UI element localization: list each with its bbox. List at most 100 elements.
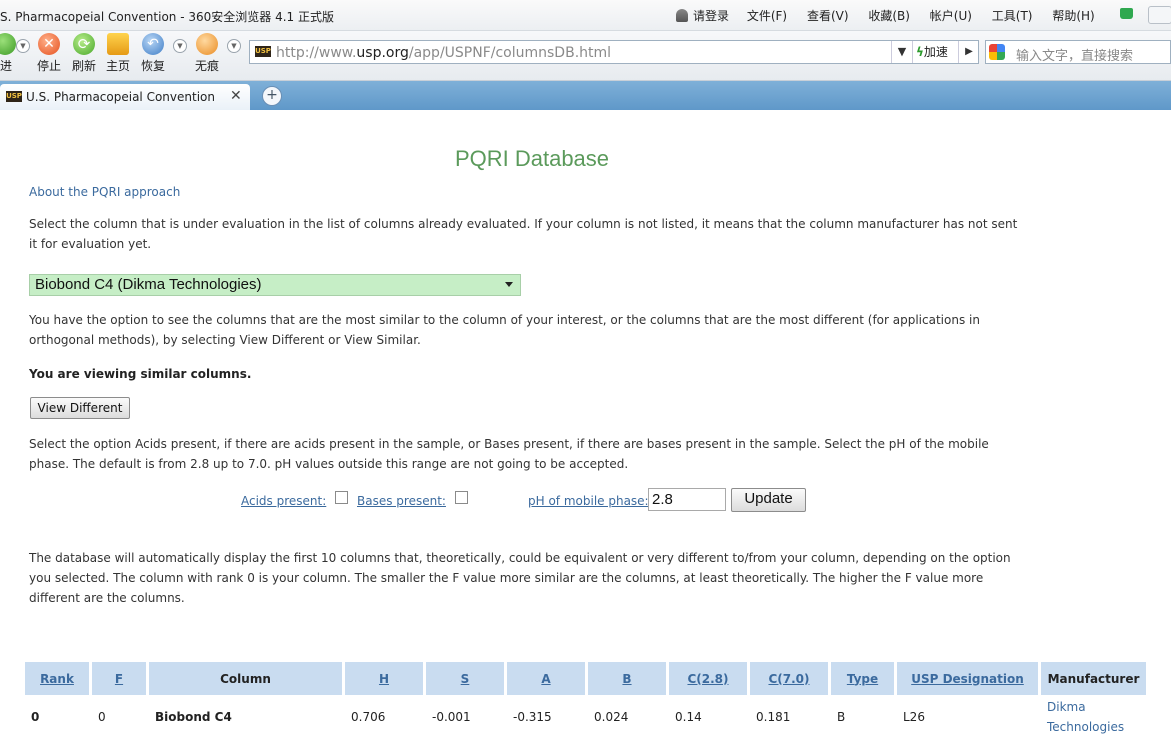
menu-file[interactable]: 文件(F) — [747, 7, 787, 24]
restore-button[interactable]: ↶ 恢复 — [141, 33, 165, 74]
menu-tools[interactable]: 工具(T) — [992, 7, 1033, 24]
accelerate-button[interactable]: ϟ加速 — [912, 41, 958, 63]
menu-bar: 请登录 文件(F) 查看(V) 收藏(B) 帐户(U) 工具(T) 帮助(H) — [676, 7, 1111, 24]
menu-favorites[interactable]: 收藏(B) — [868, 7, 910, 24]
cell-column: Biobond C4 — [155, 710, 232, 724]
tab-title: U.S. Pharmacopeial Convention — [26, 90, 215, 104]
navigation-toolbar: 进 ▼ ✕ 停止 ⟳ 刷新 主页 ↶ 恢复 ▼ 无痕 ▼ USP http://… — [0, 31, 1171, 81]
address-bar[interactable]: USP http://www.usp.org/app/USPNF/columns… — [249, 40, 979, 64]
url-prefix: http://www. — [276, 45, 357, 61]
column-select-value: Biobond C4 (Dikma Technologies) — [35, 276, 262, 293]
header-f[interactable]: F — [92, 662, 146, 695]
header-rank[interactable]: Rank — [25, 662, 89, 695]
login-link[interactable]: 请登录 — [676, 7, 729, 24]
tab-favicon-icon: USP — [6, 91, 22, 102]
go-arrow-icon[interactable]: ▶ — [958, 41, 979, 63]
search-placeholder[interactable]: 输入文字，直接搜索 — [1016, 45, 1133, 64]
header-manufacturer: Manufacturer — [1041, 662, 1146, 695]
display-description: The database will automatically display … — [29, 551, 1011, 605]
home-label: 主页 — [106, 59, 131, 73]
view-different-button[interactable]: View Different — [30, 397, 130, 419]
url-path: /app/USPNF/columnsDB.html — [408, 45, 612, 61]
acids-checkbox[interactable] — [335, 491, 348, 504]
cell-a: -0.315 — [513, 710, 552, 724]
search-engine-icon[interactable] — [989, 44, 1005, 60]
intro-text: Select the column that is under evaluati… — [29, 217, 1018, 251]
page-content: PQRI Database About the PQRI approach Se… — [0, 110, 1171, 746]
results-table: Rank F Column H S A B C(2.8) C(7.0) Type… — [22, 662, 1149, 739]
site-favicon-icon: USP — [255, 46, 271, 57]
new-tab-icon[interactable]: + — [262, 86, 282, 106]
url-domain: usp.org — [356, 45, 409, 61]
header-column: Column — [149, 662, 342, 695]
manufacturer-link[interactable]: Dikma Technologies — [1041, 695, 1146, 739]
header-c28[interactable]: C(2.8) — [669, 662, 747, 695]
table-header-row: Rank F Column H S A B C(2.8) C(7.0) Type… — [25, 662, 1146, 695]
menu-view[interactable]: 查看(V) — [807, 7, 849, 24]
user-icon — [676, 9, 688, 22]
home-icon — [107, 33, 129, 55]
menu-help[interactable]: 帮助(H) — [1052, 7, 1094, 24]
cell-c28: 0.14 — [675, 710, 702, 724]
refresh-button[interactable]: ⟳ 刷新 — [72, 33, 96, 74]
forward-label: 进 — [0, 59, 13, 73]
forward-dropdown-icon[interactable]: ▼ — [16, 39, 30, 53]
acids-label: Acids present: — [241, 494, 327, 508]
ph-input[interactable]: 2.8 — [648, 488, 726, 511]
restore-dropdown-icon[interactable]: ▼ — [173, 39, 187, 53]
tab-bar: USP U.S. Pharmacopeial Convention ✕ + — [0, 81, 1171, 110]
column-select[interactable]: Biobond C4 (Dikma Technologies) — [29, 274, 521, 296]
undo-arrow-icon: ↶ — [142, 33, 164, 55]
stop-label: 停止 — [37, 59, 62, 73]
close-tab-icon[interactable]: ✕ — [230, 88, 242, 104]
refresh-label: 刷新 — [72, 59, 97, 73]
login-label: 请登录 — [693, 9, 730, 23]
ph-label: pH of mobile phase: — [528, 494, 649, 508]
update-button[interactable]: Update — [731, 488, 806, 512]
header-a[interactable]: A — [507, 662, 585, 695]
header-usp-designation[interactable]: USP Designation — [897, 662, 1038, 695]
forward-button[interactable]: 进 — [0, 33, 16, 74]
refresh-icon: ⟳ — [73, 33, 95, 55]
paw-icon — [196, 33, 218, 55]
header-b[interactable]: B — [588, 662, 666, 695]
search-box[interactable]: 输入文字，直接搜索 — [985, 40, 1171, 64]
header-c70[interactable]: C(7.0) — [750, 662, 828, 695]
bases-checkbox[interactable] — [455, 491, 468, 504]
header-h[interactable]: H — [345, 662, 423, 695]
tab-usp[interactable]: USP U.S. Pharmacopeial Convention ✕ — [0, 84, 250, 110]
incognito-dropdown-icon[interactable]: ▼ — [227, 39, 241, 53]
url-history-dropdown-icon[interactable]: ▼ — [891, 41, 912, 63]
viewing-status: You are viewing similar columns. — [29, 367, 252, 381]
chevron-down-icon — [505, 282, 513, 287]
menu-account[interactable]: 帐户(U) — [930, 7, 972, 24]
forward-arrow-icon — [0, 33, 16, 55]
table-row: 0 0 Biobond C4 0.706 -0.001 -0.315 0.024… — [25, 695, 1146, 739]
cell-type: B — [837, 710, 846, 724]
about-link[interactable]: About the PQRI approach — [29, 182, 180, 202]
header-s[interactable]: S — [426, 662, 504, 695]
accelerate-label: 加速 — [923, 45, 948, 59]
restore-label: 恢复 — [141, 59, 166, 73]
stop-button[interactable]: ✕ 停止 — [37, 33, 61, 74]
window-titlebar: S. Pharmacopeial Convention - 360安全浏览器 4… — [0, 0, 1171, 31]
page-title: PQRI Database — [454, 146, 610, 171]
bases-label: Bases present: — [357, 494, 446, 508]
cell-c70: 0.181 — [756, 710, 791, 724]
incognito-button[interactable]: 无痕 — [195, 33, 219, 74]
cell-usp-designation: L26 — [903, 710, 925, 724]
cell-f: 0 — [98, 710, 106, 724]
stop-icon: ✕ — [38, 33, 60, 55]
cell-s: -0.001 — [432, 710, 471, 724]
skin-icon[interactable] — [1120, 8, 1133, 19]
header-type[interactable]: Type — [831, 662, 894, 695]
url-text[interactable]: http://www.usp.org/app/USPNF/columnsDB.h… — [276, 45, 611, 61]
minimize-button[interactable] — [1148, 6, 1171, 24]
cell-h: 0.706 — [351, 710, 386, 724]
cell-rank: 0 — [31, 710, 40, 724]
window-title: S. Pharmacopeial Convention - 360安全浏览器 4… — [0, 10, 334, 24]
home-button[interactable]: 主页 — [106, 33, 130, 74]
option-text: You have the option to see the columns t… — [29, 313, 980, 347]
lightning-icon: ϟ — [916, 45, 924, 59]
incognito-label: 无痕 — [195, 59, 220, 73]
